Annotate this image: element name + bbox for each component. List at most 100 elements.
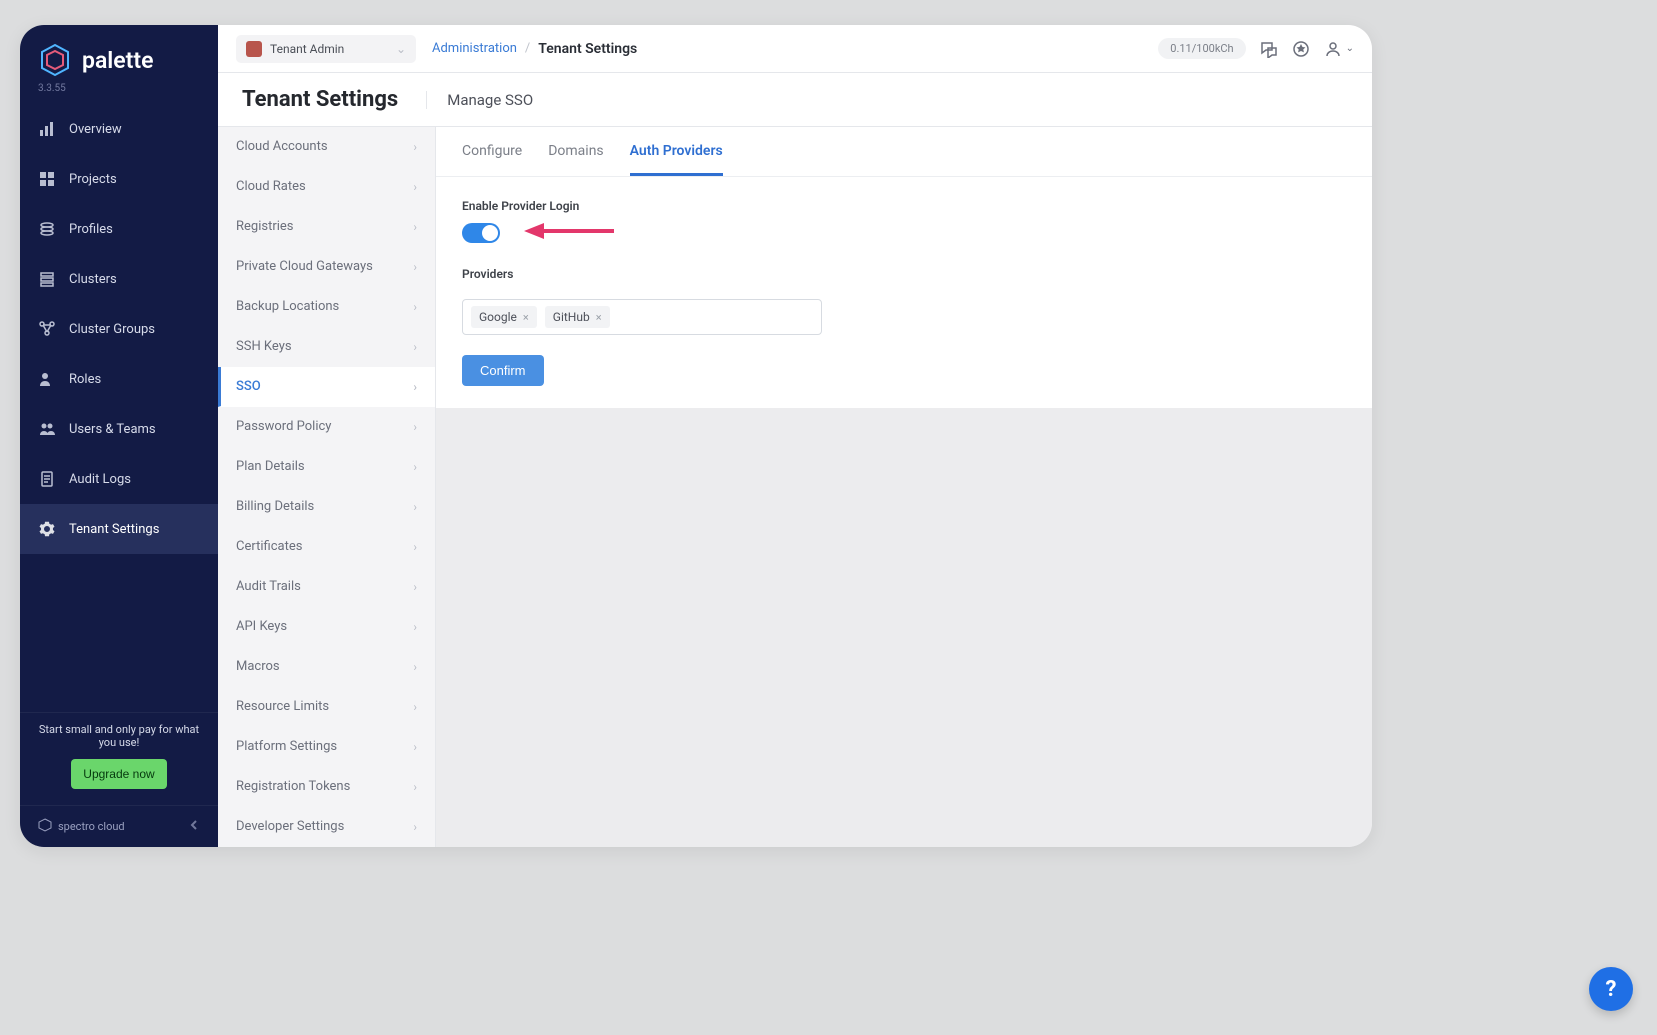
nav-overview[interactable]: Overview <box>20 104 218 154</box>
user-lock-icon <box>38 370 56 388</box>
chevron-right-icon: › <box>413 180 417 194</box>
subnav-registries[interactable]: Registries › <box>218 207 435 247</box>
tab-auth-providers[interactable]: Auth Providers <box>630 143 723 176</box>
grid-icon <box>38 170 56 188</box>
nav-tenant-settings[interactable]: Tenant Settings <box>20 504 218 554</box>
chevron-right-icon: › <box>413 300 417 314</box>
upgrade-button[interactable]: Upgrade now <box>71 759 166 789</box>
right-pane: Tenant Admin ⌄ Administration / Tenant S… <box>218 25 1372 847</box>
subnav-developer-settings[interactable]: Developer Settings› <box>218 807 435 847</box>
tenant-name: Tenant Admin <box>270 42 344 56</box>
subnav-billing-details[interactable]: Billing Details › <box>218 487 435 527</box>
subnav-label: Cloud Rates <box>236 179 306 194</box>
upgrade-promo: Start small and only pay for what you us… <box>20 712 218 805</box>
providers-label: Providers <box>462 267 1346 281</box>
chip-label: GitHub <box>553 310 590 324</box>
chevron-right-icon: › <box>413 740 417 754</box>
subnav-cloud-accounts[interactable]: Cloud Accounts› <box>218 127 435 167</box>
cube-icon <box>38 818 52 835</box>
subnav-label: SSO <box>236 379 261 394</box>
collapse-sidebar-button[interactable] <box>188 819 200 834</box>
page-header: Tenant Settings Manage SSO <box>218 73 1372 127</box>
subnav-label: Password Policy <box>236 419 331 434</box>
settings-subnav: Cloud Accounts› Cloud Rates › Registries ›… <box>218 127 436 847</box>
chevron-right-icon: › <box>413 140 417 154</box>
gear-icon <box>38 520 56 538</box>
subnav-password-policy[interactable]: Password Policy› <box>218 407 435 447</box>
subnav-label: Resource Limits <box>236 699 329 714</box>
provider-chip-google[interactable]: Google × <box>471 306 537 328</box>
tab-domains[interactable]: Domains <box>548 143 603 176</box>
version-label: 3.3.55 <box>20 83 218 104</box>
breadcrumb-parent[interactable]: Administration <box>432 41 517 56</box>
topbar-right: 0.11/100kCh ⌄ <box>1158 38 1354 59</box>
chevron-right-icon: › <box>413 380 417 394</box>
remove-chip-icon[interactable]: × <box>523 311 529 324</box>
subnav-registration-tokens[interactable]: Registration Tokens› <box>218 767 435 807</box>
nav-label: Users & Teams <box>69 422 156 437</box>
subnav-audit-trails[interactable]: Audit Trails› <box>218 567 435 607</box>
nav-profiles[interactable]: Profiles <box>20 204 218 254</box>
enable-provider-login-label: Enable Provider Login <box>462 199 1346 213</box>
tenant-icon <box>246 41 262 57</box>
nav-clusters[interactable]: Clusters <box>20 254 218 304</box>
confirm-button[interactable]: Confirm <box>462 355 544 386</box>
subnav-ssh-keys[interactable]: SSH Keys› <box>218 327 435 367</box>
chevron-right-icon: › <box>413 260 417 274</box>
nav-label: Audit Logs <box>69 472 131 487</box>
subnav-cloud-rates[interactable]: Cloud Rates › <box>218 167 435 207</box>
star-icon[interactable] <box>1292 40 1310 58</box>
stack-icon <box>38 220 56 238</box>
nav-label: Tenant Settings <box>69 522 159 537</box>
nav-roles[interactable]: Roles <box>20 354 218 404</box>
subnav-platform-settings[interactable]: Platform Settings› <box>218 727 435 767</box>
sso-card: Configure Domains Auth Providers Enable … <box>436 127 1372 408</box>
chevron-right-icon: › <box>413 660 417 674</box>
subnav-label: API Keys <box>236 619 287 634</box>
user-menu[interactable]: ⌄ <box>1324 40 1354 58</box>
enable-provider-login-toggle[interactable] <box>462 223 500 243</box>
subnav-label: Registries <box>236 219 294 234</box>
subnav-backup-locations[interactable]: Backup Locations › <box>218 287 435 327</box>
chevron-right-icon: › <box>413 340 417 354</box>
nav-audit-logs[interactable]: Audit Logs <box>20 454 218 504</box>
nav-users-teams[interactable]: Users & Teams <box>20 404 218 454</box>
chevron-right-icon: › <box>413 620 417 634</box>
tab-configure[interactable]: Configure <box>462 143 522 176</box>
primary-nav: Overview Projects Profiles Clusters <box>20 104 218 712</box>
chat-icon[interactable] <box>1260 40 1278 58</box>
auth-providers-panel: Enable Provider Login Provide <box>436 177 1372 408</box>
topbar: Tenant Admin ⌄ Administration / Tenant S… <box>218 25 1372 73</box>
promo-text: Start small and only pay for what you us… <box>34 723 204 749</box>
subnav-label: Billing Details <box>236 499 314 514</box>
breadcrumb-current: Tenant Settings <box>538 41 637 57</box>
sso-tabs: Configure Domains Auth Providers <box>436 127 1372 177</box>
breadcrumb-separator: / <box>525 41 530 56</box>
chevron-right-icon: › <box>413 580 417 594</box>
nodes-icon <box>38 320 56 338</box>
chevron-right-icon: › <box>413 820 417 834</box>
chevron-down-icon: ⌄ <box>396 42 406 56</box>
chevron-right-icon: › <box>413 500 417 514</box>
provider-chip-github[interactable]: GitHub × <box>545 306 610 328</box>
subnav-private-cloud-gateways[interactable]: Private Cloud Gateways › <box>218 247 435 287</box>
chevron-right-icon: › <box>413 220 417 234</box>
nav-projects[interactable]: Projects <box>20 154 218 204</box>
subnav-sso[interactable]: SSO › <box>218 367 435 407</box>
help-fab-button[interactable]: ? <box>1589 967 1633 1011</box>
remove-chip-icon[interactable]: × <box>596 311 602 324</box>
tenant-selector[interactable]: Tenant Admin ⌄ <box>236 35 416 63</box>
chevron-down-icon: ⌄ <box>1346 43 1354 54</box>
subnav-api-keys[interactable]: API Keys › <box>218 607 435 647</box>
subnav-label: Backup Locations <box>236 299 339 314</box>
subnav-certificates[interactable]: Certificates› <box>218 527 435 567</box>
nav-cluster-groups[interactable]: Cluster Groups <box>20 304 218 354</box>
subnav-label: Private Cloud Gateways <box>236 259 373 274</box>
nav-label: Profiles <box>69 222 113 237</box>
chip-label: Google <box>479 310 517 324</box>
nav-label: Projects <box>69 172 117 187</box>
providers-input[interactable]: Google × GitHub × <box>462 299 822 335</box>
subnav-macros[interactable]: Macros› <box>218 647 435 687</box>
subnav-plan-details[interactable]: Plan Details› <box>218 447 435 487</box>
subnav-resource-limits[interactable]: Resource Limits› <box>218 687 435 727</box>
